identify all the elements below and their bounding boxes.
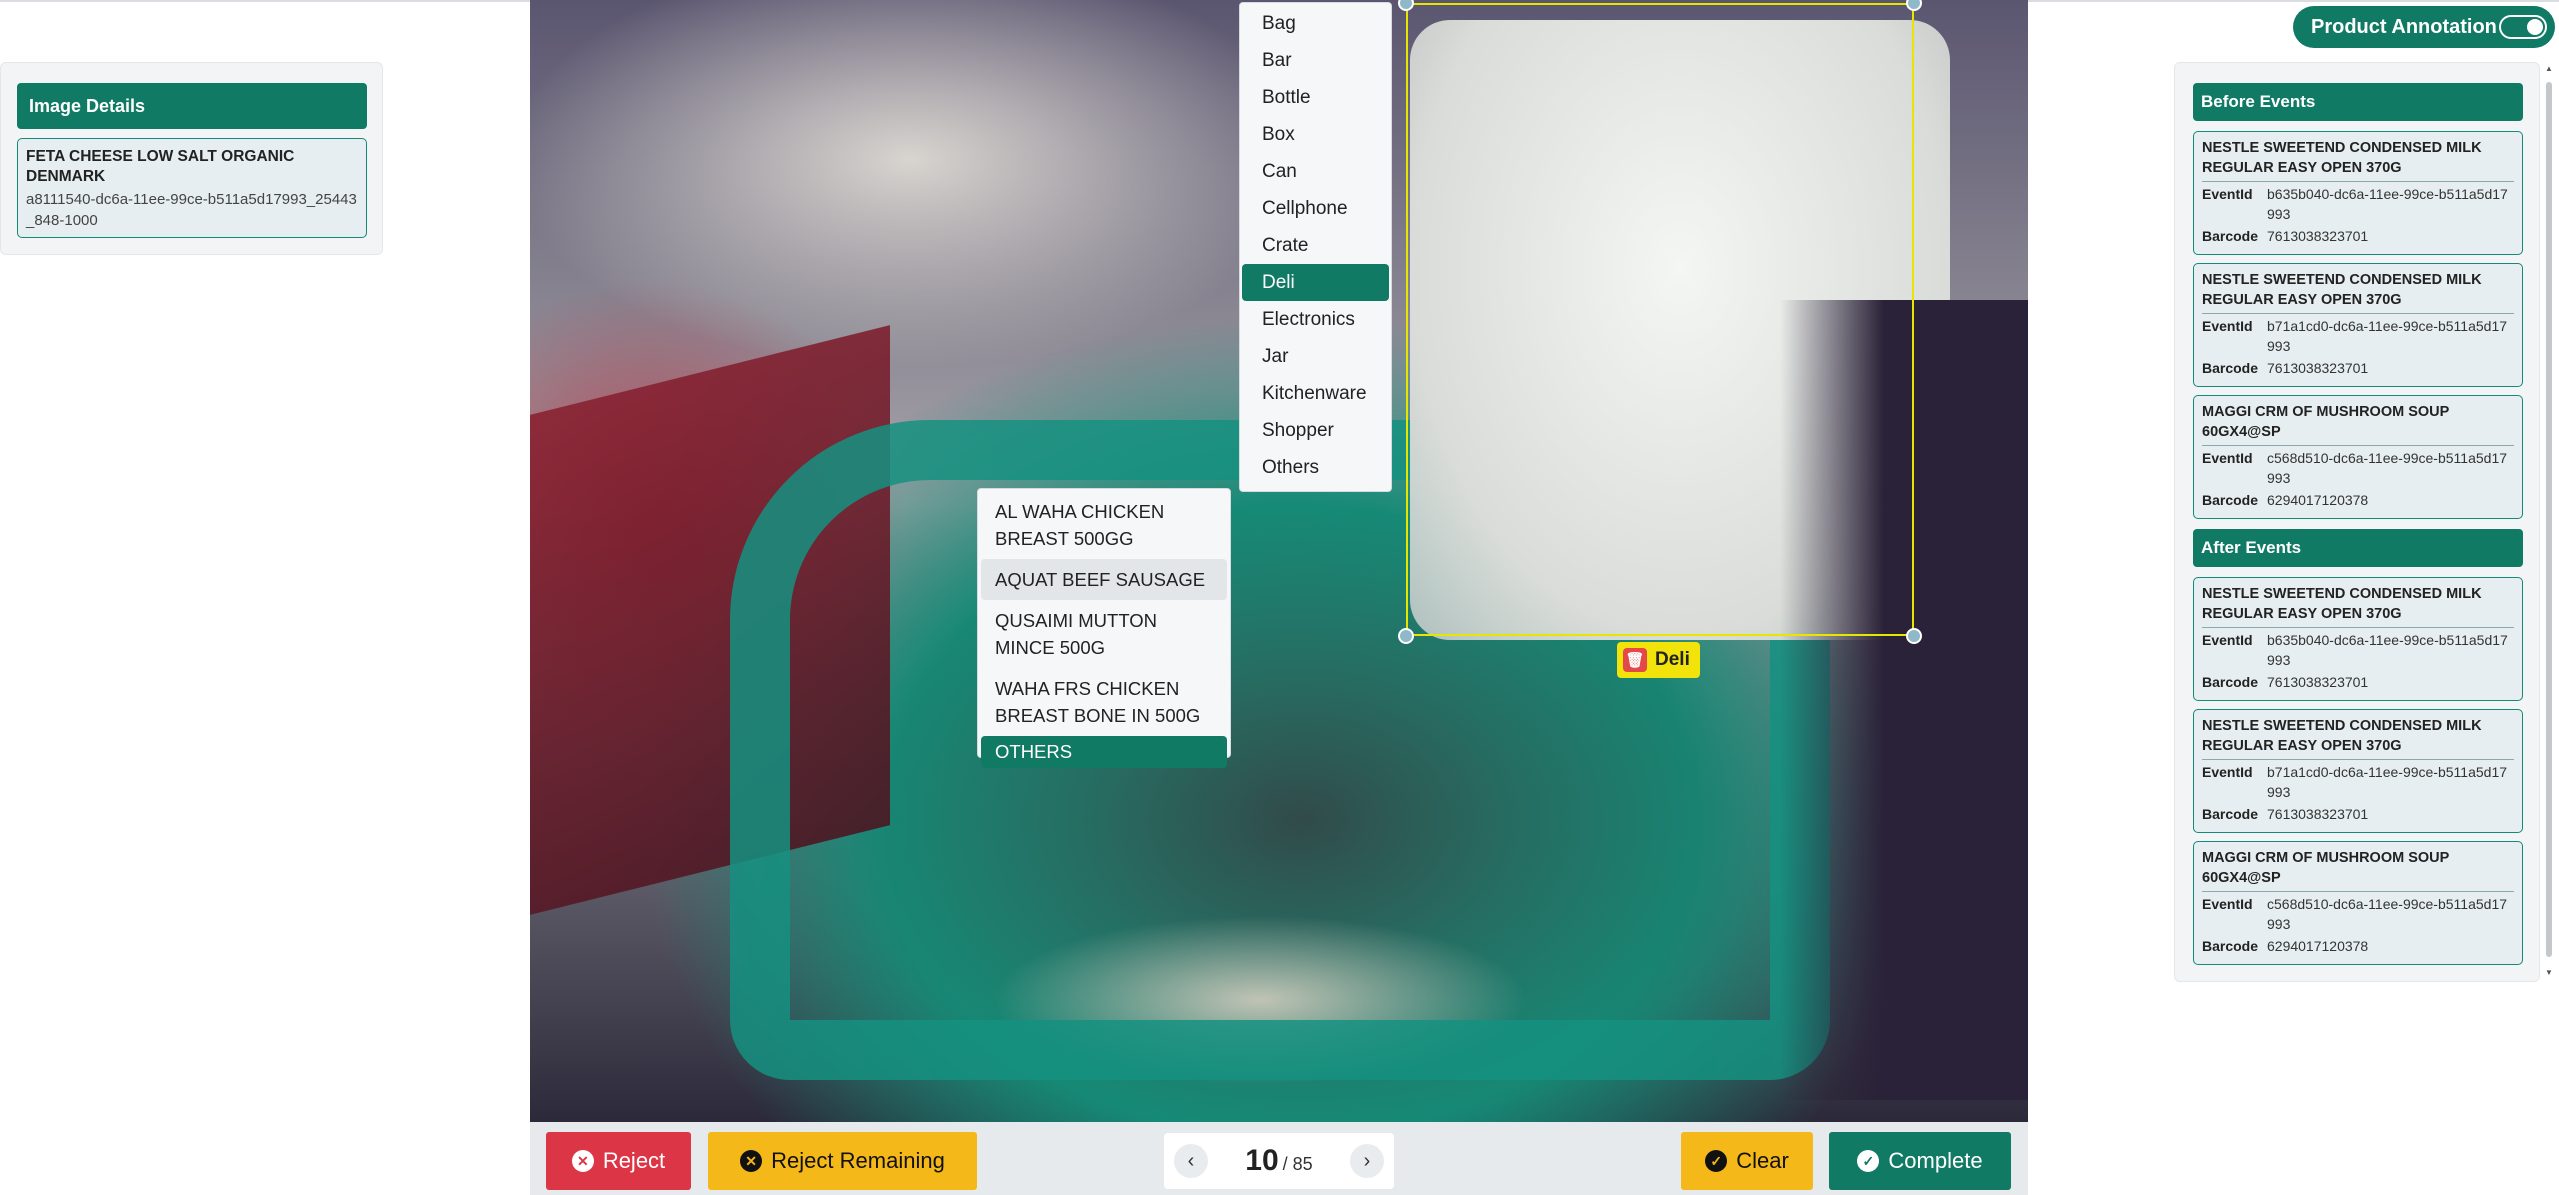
event-card: MAGGI CRM OF MUSHROOM SOUP 60GX4@SP Even… [2193,395,2523,519]
reject-remaining-label: Reject Remaining [771,1148,945,1173]
category-option[interactable]: Others [1242,449,1389,486]
category-option[interactable]: Kitchenware [1242,375,1389,412]
complete-button[interactable]: ✓ Complete [1829,1132,2011,1190]
page-indicator: 10 / 85 [1245,1144,1312,1178]
after-events-header: After Events [2193,529,2523,567]
pagination: ‹ 10 / 85 › [1164,1133,1394,1189]
image-details-card: FETA CHEESE LOW SALT ORGANIC DENMARK a81… [17,138,367,238]
event-id-value: b71a1cd0-dc6a-11ee-99ce-b511a5d17993 [2267,318,2508,354]
x-circle-icon: ✕ [571,1150,594,1172]
event-id-value: b635b040-dc6a-11ee-99ce-b511a5d17993 [2267,186,2508,222]
product-option-hovered[interactable]: AQUAT BEEF SAUSAGE [981,559,1227,600]
image-details-header: Image Details [17,83,367,129]
event-id-label: EventId [2202,318,2253,334]
event-id-label: EventId [2202,632,2253,648]
category-option[interactable]: Bag [1242,5,1389,42]
product-option-selected[interactable]: OTHERS [981,736,1227,768]
trash-icon[interactable]: 🗑 [1623,648,1647,672]
reject-remaining-button[interactable]: ✕ Reject Remaining [708,1132,977,1190]
event-id-value: c568d510-dc6a-11ee-99ce-b511a5d17993 [2267,450,2508,486]
barcode-value: 7613038323701 [2267,360,2369,376]
event-id-label: EventId [2202,764,2253,780]
event-id-value: b635b040-dc6a-11ee-99ce-b511a5d17993 [2267,632,2508,668]
event-card: NESTLE SWEETEND CONDENSED MILK REGULAR E… [2193,709,2523,833]
image-product-name: FETA CHEESE LOW SALT ORGANIC DENMARK [26,148,295,185]
category-option[interactable]: Cellphone [1242,190,1389,227]
category-option-selected[interactable]: Deli [1242,264,1389,301]
category-dropdown: Bag Bar Bottle Box Can Cellphone Crate D… [1239,2,1392,492]
product-option[interactable]: WAHA FRS CHICKEN BREAST BONE IN 500G [981,668,1227,736]
product-option[interactable]: QUSAIMI MUTTON MINCE 500G [981,600,1227,668]
scroll-down-icon[interactable]: ▼ [2544,968,2554,977]
chevron-right-icon[interactable]: › [1350,1144,1384,1178]
event-card: NESTLE SWEETEND CONDENSED MILK REGULAR E… [2193,577,2523,701]
barcode-label: Barcode [2202,228,2259,244]
bounding-box[interactable] [1406,3,1914,636]
product-annotation-toggle[interactable]: Product Annotation [2293,6,2555,48]
barcode-value: 6294017120378 [2267,938,2369,954]
category-option[interactable]: Box [1242,116,1389,153]
clear-button[interactable]: ✓ Clear [1681,1132,1813,1190]
check-circle-icon: ✓ [1857,1150,1880,1172]
page-current: 10 [1245,1144,1279,1177]
category-option[interactable]: Shopper [1242,412,1389,449]
barcode-label: Barcode [2202,938,2259,954]
chevron-left-icon[interactable]: ‹ [1174,1144,1208,1178]
category-option[interactable]: Bottle [1242,79,1389,116]
event-id-label: EventId [2202,450,2253,466]
barcode-label: Barcode [2202,492,2259,508]
event-id-value: c568d510-dc6a-11ee-99ce-b511a5d17993 [2267,896,2508,932]
event-id-label: EventId [2202,896,2253,912]
barcode-value: 7613038323701 [2267,674,2369,690]
reject-label: Reject [602,1148,666,1173]
bbox-label-tag[interactable]: 🗑 Deli [1617,642,1700,678]
toggle-switch[interactable] [2499,15,2547,39]
bbox-handle-bottom-left[interactable] [1398,628,1414,644]
barcode-label: Barcode [2202,360,2259,376]
events-panel[interactable]: Before Events NESTLE SWEETEND CONDENSED … [2174,62,2540,982]
check-circle-icon: ✓ [1705,1150,1728,1172]
x-circle-icon: ✕ [740,1150,763,1172]
before-events-header: Before Events [2193,83,2523,121]
event-product-name: MAGGI CRM OF MUSHROOM SOUP 60GX4@SP [2202,402,2514,446]
event-id-label: EventId [2202,186,2253,202]
barcode-label: Barcode [2202,806,2259,822]
category-option[interactable]: Electronics [1242,301,1389,338]
barcode-value: 6294017120378 [2267,492,2369,508]
clear-label: Clear [1736,1148,1789,1173]
category-option[interactable]: Jar [1242,338,1389,375]
event-product-name: MAGGI CRM OF MUSHROOM SOUP 60GX4@SP [2202,848,2514,892]
toggle-label: Product Annotation [2311,15,2497,38]
scroll-up-icon[interactable]: ▲ [2544,64,2554,73]
category-option[interactable]: Bar [1242,42,1389,79]
event-product-name: NESTLE SWEETEND CONDENSED MILK REGULAR E… [2202,716,2514,760]
barcode-label: Barcode [2202,674,2259,690]
event-card: NESTLE SWEETEND CONDENSED MILK REGULAR E… [2193,263,2523,387]
event-card: NESTLE SWEETEND CONDENSED MILK REGULAR E… [2193,131,2523,255]
product-dropdown: AL WAHA CHICKEN BREAST 500GG AQUAT BEEF … [977,488,1231,768]
category-option[interactable]: Can [1242,153,1389,190]
scrollbar-thumb[interactable] [2546,82,2552,957]
complete-label: Complete [1888,1148,1983,1173]
page-total: / 85 [1282,1154,1313,1174]
event-product-name: NESTLE SWEETEND CONDENSED MILK REGULAR E… [2202,138,2514,182]
toggle-knob [2527,19,2543,35]
barcode-value: 7613038323701 [2267,228,2369,244]
event-id-value: b71a1cd0-dc6a-11ee-99ce-b511a5d17993 [2267,764,2508,800]
event-card: MAGGI CRM OF MUSHROOM SOUP 60GX4@SP Even… [2193,841,2523,965]
bbox-label-text: Deli [1655,649,1690,670]
events-scrollbar[interactable]: ▲ ▼ [2544,62,2554,982]
bbox-handle-bottom-right[interactable] [1906,628,1922,644]
barcode-value: 7613038323701 [2267,806,2369,822]
image-id: a8111540-dc6a-11ee-99ce-b511a5d17993_254… [26,191,357,229]
image-details-panel: Image Details FETA CHEESE LOW SALT ORGAN… [0,62,383,255]
event-product-name: NESTLE SWEETEND CONDENSED MILK REGULAR E… [2202,270,2514,314]
reject-button[interactable]: ✕ Reject [546,1132,691,1190]
category-option[interactable]: Crate [1242,227,1389,264]
event-product-name: NESTLE SWEETEND CONDENSED MILK REGULAR E… [2202,584,2514,628]
product-option[interactable]: AL WAHA CHICKEN BREAST 500GG [981,491,1227,559]
